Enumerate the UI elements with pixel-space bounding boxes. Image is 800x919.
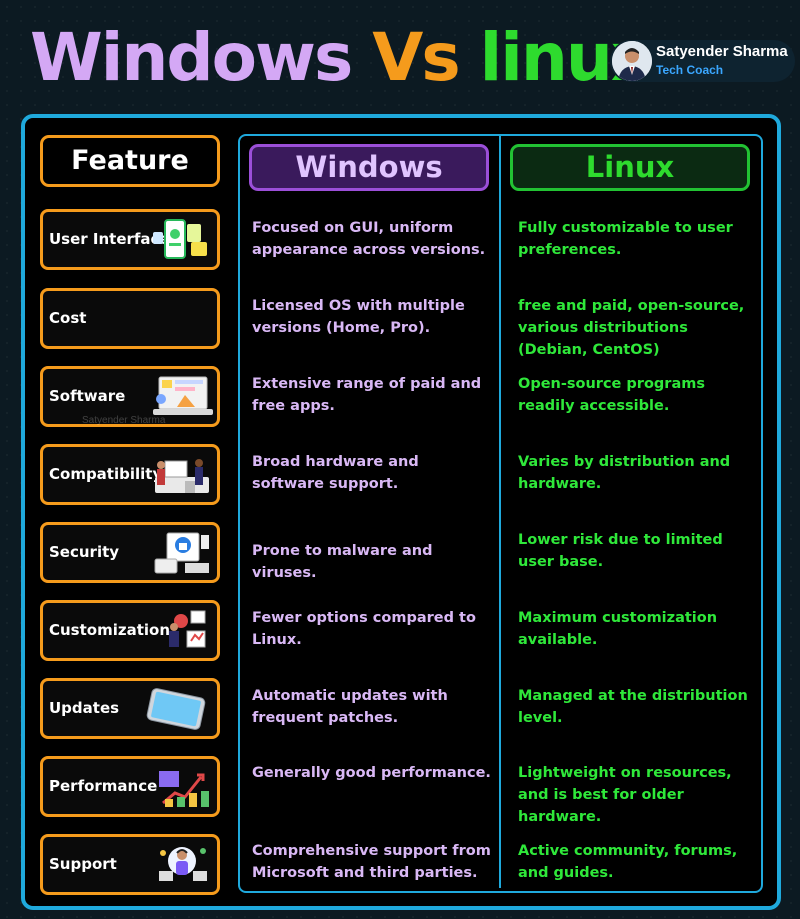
title-windows: Windows [30,19,353,96]
avatar [612,41,652,81]
linux-cost: free and paid, open-source, various dist… [518,298,745,358]
author-role: Tech Coach [656,63,724,77]
windows-compatibility: Broad hardware and software support. [252,454,419,492]
feature-label: Security [49,543,120,561]
feature-support: Support [40,834,220,895]
tablet-icon [146,688,206,730]
feature-customization: Customization [40,600,220,661]
windows-user-interface: Focused on GUI, uniform appearance acros… [252,220,486,258]
mobile-ui-icon [153,219,207,259]
feature-label: Cost [49,309,87,327]
author-badge: Satyender Sharma Tech Coach [610,40,795,82]
watermark: Satyender Sharma [82,415,166,426]
page-title: Windows Vs linux [30,18,653,98]
feature-label: Performance [49,777,158,795]
windows-software: Extensive range of paid and free apps. [252,376,482,414]
linux-software: Open-source programs readily accessible. [518,376,705,414]
linux-compatibility: Varies by distribution and hardware. [518,454,731,492]
windows-updates: Automatic updates with frequent patches. [252,688,448,726]
linux-user-interface: Fully customizable to user preferences. [518,220,733,258]
author-name: Satyender Sharma [656,43,788,60]
feature-header: Feature [40,135,220,187]
feature-label: Compatibility [49,465,163,483]
windows-security: Prone to malware and viruses. [252,543,433,581]
feature-label: Support [49,855,117,873]
lock-shield-icon [154,532,209,574]
people-devices-icon [155,459,209,493]
linux-support: Active community, forums, and guides. [518,843,738,881]
linux-updates: Managed at the distribution level. [518,688,748,726]
feature-user-interface: User Interface [40,209,220,270]
column-divider [499,135,501,888]
linux-header: Linux [510,144,750,191]
linux-performance: Lightweight on resources, and is best fo… [518,765,732,825]
feature-updates: Updates [40,678,220,739]
feature-label: Updates [49,699,120,717]
windows-performance: Generally good performance. [252,765,491,781]
support-person-icon [159,847,207,881]
windows-header: Windows [249,144,489,191]
title-vs: Vs [372,19,460,96]
feature-compatibility: Compatibility [40,444,220,505]
windows-customization: Fewer options compared to Linux. [252,610,476,648]
windows-cost: Licensed OS with multiple versions (Home… [252,298,465,336]
windows-support: Comprehensive support from Microsoft and… [252,843,491,881]
feature-performance: Performance [40,756,220,817]
growth-chart-icon [159,771,209,807]
feature-cost: Cost [40,288,220,349]
feature-security: Security [40,522,220,583]
linux-security: Lower risk due to limited user base. [518,532,723,570]
linux-customization: Maximum customization available. [518,610,718,648]
settings-people-icon [169,610,206,648]
laptop-software-icon [153,376,213,415]
